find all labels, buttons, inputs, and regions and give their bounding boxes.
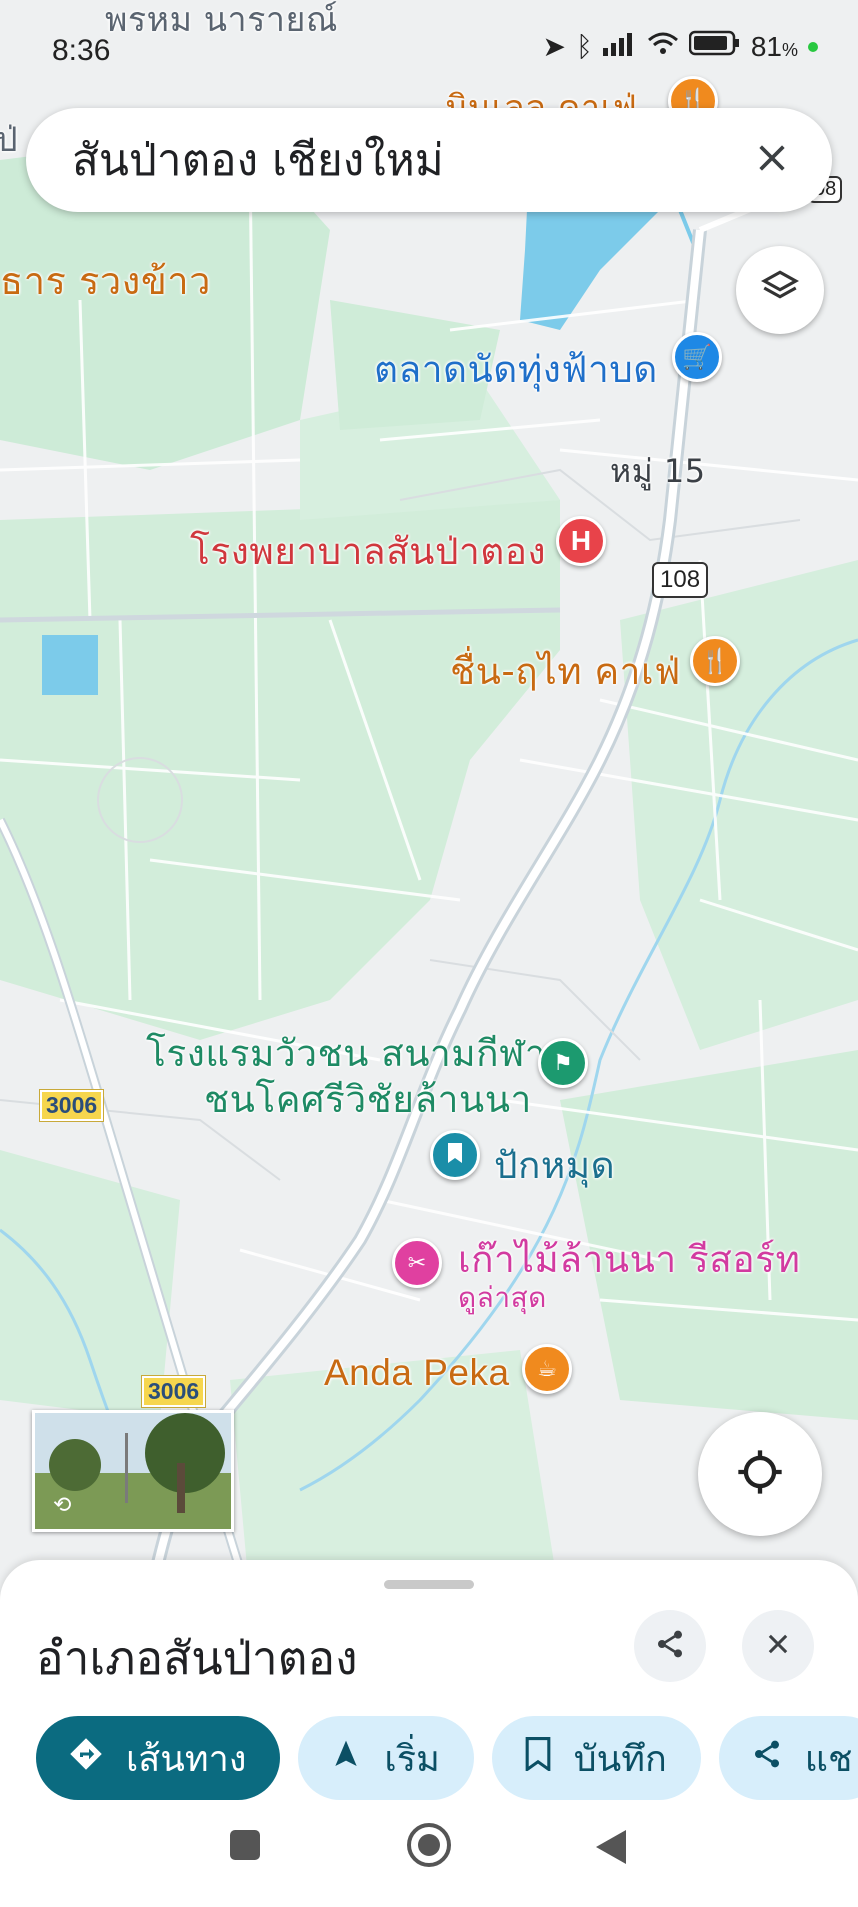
navigation-arrow-icon (330, 1738, 362, 1779)
save-button[interactable]: บันทึก (491, 1716, 701, 1800)
shopping-cart-pin[interactable]: 🛒 (672, 332, 722, 382)
hospital-pin[interactable]: H (556, 516, 606, 566)
crosshair-icon (734, 1446, 786, 1502)
privacy-dot-icon (808, 41, 818, 52)
resort-pin[interactable]: ✂ (392, 1238, 442, 1288)
start-label: เริ่ม (384, 1738, 440, 1780)
street-view-thumbnail[interactable]: ⟲ (32, 1410, 234, 1532)
share-chip-button[interactable]: แช (718, 1716, 858, 1800)
share-label: แช (804, 1738, 853, 1780)
fork-knife-icon: 🍴 (700, 647, 730, 675)
shopping-cart-icon: 🛒 (682, 343, 712, 371)
road-3006-shield: 3006 (140, 1375, 207, 1408)
layers-icon (759, 267, 801, 313)
share-icon (751, 1738, 783, 1779)
directions-button[interactable]: เส้นทาง (36, 1716, 281, 1800)
start-button[interactable]: เริ่ม (298, 1716, 474, 1800)
my-location-button[interactable] (698, 1412, 822, 1536)
map-label-hotel-line2[interactable]: ชนโคศรีวิชัยล้านนา (204, 1070, 532, 1129)
search-query[interactable]: สันป่าตอง เชียงใหม่ (72, 125, 732, 195)
battery-unit: % (781, 39, 798, 60)
share-button[interactable] (634, 1610, 706, 1682)
battery-percent: 81 (750, 30, 782, 62)
status-icons: ➤ ᛒ 81% (543, 30, 818, 63)
recent-apps-button[interactable] (228, 1828, 262, 1866)
bluetooth-icon: ᛒ (576, 30, 593, 62)
close-icon (764, 1630, 792, 1662)
close-icon (755, 141, 789, 179)
status-time: 8:36 (52, 34, 111, 67)
clear-search-button[interactable] (732, 120, 812, 200)
map-label-coffee[interactable]: Anda Peka (324, 1352, 510, 1394)
wifi-icon (647, 31, 679, 63)
route-108-sign: 108 (652, 562, 709, 598)
coffee-cup-icon: ☕ (537, 1356, 557, 1382)
directions-icon (68, 1736, 104, 1781)
coffee-pin[interactable]: ☕ (522, 1344, 572, 1394)
stadium-pin[interactable]: ⚑ (538, 1038, 588, 1088)
bookmark-icon (524, 1736, 552, 1780)
hospital-h-icon: H (570, 525, 592, 556)
place-title: อำเภอสันป่าตอง (36, 1631, 358, 1685)
back-button[interactable] (594, 1828, 628, 1870)
map-label-village: หมู่ 15 (610, 452, 706, 490)
rotate-360-icon: ⟲ (53, 1493, 72, 1518)
system-navigation-bar (0, 1810, 858, 1907)
directions-label: เส้นทาง (126, 1738, 247, 1780)
map-layers-button[interactable] (736, 246, 824, 334)
signal-icon (602, 31, 637, 63)
road-3006-shield: 3006 (38, 1089, 105, 1122)
map-label-cafe[interactable]: ชื่น-ฤไท คาเฟ่ (450, 642, 681, 701)
map-label-pinned[interactable]: ปักหมุด (494, 1136, 615, 1195)
place-bottom-sheet[interactable]: อำเภอสันป่าตอง เส้นทาง เริ่ม บันทึก แช (0, 1560, 858, 1810)
map-view[interactable]: พรหม นารายณ์ มินเลล คาเฟ่ 🍴 ป่ ธาร รวงข้… (0, 0, 858, 1600)
map-label-hospital[interactable]: โรงพยาบาลสันป่าตอง (190, 522, 546, 581)
saved-pin[interactable] (430, 1130, 480, 1180)
map-label-resort-sub: ดูล่าสุด (458, 1281, 547, 1314)
action-chips: เส้นทาง เริ่ม บันทึก แช (36, 1716, 858, 1804)
save-label: บันทึก (573, 1738, 667, 1780)
close-sheet-button[interactable] (742, 1610, 814, 1682)
map-label-partial: ป่ (0, 120, 19, 160)
bookmark-icon (446, 1142, 464, 1168)
pin-cross-icon: ✂ (407, 1250, 427, 1276)
status-bar: 8:36 ➤ ᛒ 81% (0, 0, 858, 100)
stadium-icon: ⚑ (553, 1050, 573, 1076)
battery-icon (688, 30, 741, 63)
location-arrow-icon: ➤ (542, 31, 567, 62)
sheet-drag-handle[interactable] (384, 1580, 474, 1589)
home-button[interactable] (406, 1822, 452, 1872)
restaurant-pin[interactable]: 🍴 (690, 636, 740, 686)
search-bar[interactable]: สันป่าตอง เชียงใหม่ (26, 108, 832, 212)
map-label-rice-farm[interactable]: ธาร รวงข้าว (0, 250, 211, 311)
map-label-market[interactable]: ตลาดนัดทุ่งฟ้าบด (374, 340, 658, 399)
share-icon (654, 1628, 686, 1664)
